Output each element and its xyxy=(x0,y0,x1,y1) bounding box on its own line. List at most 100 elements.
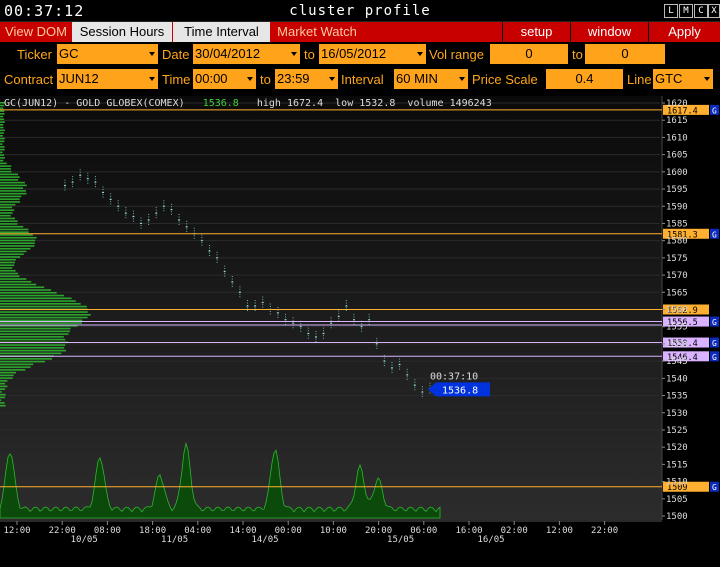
profile-bar xyxy=(0,264,15,267)
menu-view-dom[interactable]: View DOM xyxy=(0,22,72,42)
profile-bar xyxy=(0,396,6,399)
profile-bar xyxy=(0,236,37,239)
contract-select[interactable]: JUN12 xyxy=(57,69,158,89)
date-from-select[interactable]: 30/04/2012 xyxy=(193,44,300,64)
y-tick-label: 1515 xyxy=(666,460,688,470)
profile-bar xyxy=(0,212,13,214)
profile-bar xyxy=(0,402,5,404)
y-tick-label: 1595 xyxy=(666,185,688,195)
profile-bar xyxy=(0,247,31,250)
x-tick-label: 02:00 xyxy=(501,526,528,536)
profile-bar xyxy=(0,179,19,181)
price-scale-input[interactable]: 0.4 xyxy=(546,69,623,89)
line-value: GTC xyxy=(655,71,683,86)
vol-max-input[interactable]: 0 xyxy=(585,44,665,64)
ticker-select[interactable]: GC xyxy=(57,44,158,64)
profile-bar xyxy=(0,366,31,368)
profile-bar xyxy=(0,203,16,206)
profile-bar xyxy=(0,382,6,385)
profile-bar xyxy=(0,209,15,211)
apply-button[interactable]: Apply xyxy=(648,22,720,42)
menu-time-interval[interactable]: Time Interval xyxy=(173,22,270,42)
profile-bar xyxy=(0,267,13,269)
close-button[interactable]: X xyxy=(708,4,720,18)
profile-bar xyxy=(0,143,3,145)
profile-bar xyxy=(0,253,24,256)
menu-setup[interactable]: setup xyxy=(502,22,570,42)
profile-bar xyxy=(0,358,53,360)
current-time-label: 00:37:10 xyxy=(430,371,478,382)
profile-bar xyxy=(0,256,21,258)
profile-bar xyxy=(0,286,45,289)
profile-bar xyxy=(0,192,27,195)
level-side-label: G xyxy=(712,483,717,492)
level-side-label: G xyxy=(712,353,717,362)
profile-bar xyxy=(0,121,5,123)
x-tick-label: 22:00 xyxy=(591,526,618,536)
chevron-down-icon xyxy=(417,52,423,56)
profile-bar xyxy=(0,347,65,349)
interval-select[interactable]: 60 MIN xyxy=(394,69,468,89)
window-title: cluster profile xyxy=(289,3,431,19)
ticker-label: Ticker xyxy=(17,47,52,62)
profile-bar xyxy=(0,184,27,187)
window-button-l[interactable]: L xyxy=(664,4,678,18)
date-to-select[interactable]: 16/05/2012 xyxy=(319,44,426,64)
profile-bar xyxy=(0,363,34,366)
x-tick-label: 06:00 xyxy=(410,526,437,536)
x-date-label: 11/05 xyxy=(161,535,188,545)
profile-bar xyxy=(0,234,33,236)
profile-bar xyxy=(0,283,37,286)
profile-bar xyxy=(0,140,5,143)
y-tick-label: 1575 xyxy=(666,254,688,264)
time-to-value: 23:59 xyxy=(277,71,310,86)
time-to-select[interactable]: 23:59 xyxy=(275,69,338,89)
x-tick-label: 00:00 xyxy=(275,526,302,536)
profile-bar xyxy=(0,115,4,118)
price-chart[interactable]: 1617.4 G1581.3 G1562.91556.5 G1550.4 G1546.4… xyxy=(0,96,720,567)
window-button-c[interactable]: C xyxy=(694,4,708,18)
chevron-down-icon xyxy=(149,52,155,56)
profile-bar xyxy=(0,217,16,220)
profile-bar xyxy=(0,228,29,231)
profile-bar xyxy=(0,159,4,162)
contract-label: Contract xyxy=(4,72,54,87)
profile-bar xyxy=(0,220,18,222)
profile-bar xyxy=(0,157,5,159)
profile-bar xyxy=(0,319,83,322)
profile-bar xyxy=(0,107,4,110)
profile-bar xyxy=(0,187,24,189)
profile-bar xyxy=(0,190,26,192)
profile-bar xyxy=(0,380,8,382)
profile-bar xyxy=(0,391,2,393)
profile-bar xyxy=(0,245,35,247)
date-from-value: 30/04/2012 xyxy=(195,46,261,61)
y-tick-label: 1590 xyxy=(666,202,688,212)
window-button-m[interactable]: M xyxy=(679,4,693,18)
profile-bar xyxy=(0,316,88,319)
vol-min-input[interactable]: 0 xyxy=(490,44,568,64)
x-date-label: 10/05 xyxy=(71,535,98,545)
y-tick-label: 1525 xyxy=(666,426,688,436)
menu-market-watch[interactable]: Market Watch xyxy=(270,22,364,42)
line-select[interactable]: GTC xyxy=(653,69,713,89)
level-side-label: G xyxy=(712,318,717,327)
y-tick-label: 1520 xyxy=(666,443,688,453)
menu-window[interactable]: window xyxy=(570,22,648,42)
profile-bar xyxy=(0,388,6,390)
y-tick-label: 1605 xyxy=(666,151,688,161)
time-label: Time xyxy=(162,72,191,87)
menu-session-hours[interactable]: Session Hours xyxy=(72,22,172,42)
profile-bar xyxy=(0,214,11,217)
level-side-label: G xyxy=(712,106,717,115)
y-tick-label: 1500 xyxy=(666,512,688,522)
profile-bar xyxy=(0,349,67,352)
profile-bar xyxy=(0,258,16,261)
profile-bar xyxy=(0,261,15,264)
profile-bar xyxy=(0,327,71,330)
profile-bar xyxy=(0,352,62,355)
profile-bar xyxy=(0,173,19,176)
time-from-select[interactable]: 00:00 xyxy=(193,69,256,89)
profile-bar xyxy=(0,338,66,341)
profile-bar xyxy=(0,377,13,379)
